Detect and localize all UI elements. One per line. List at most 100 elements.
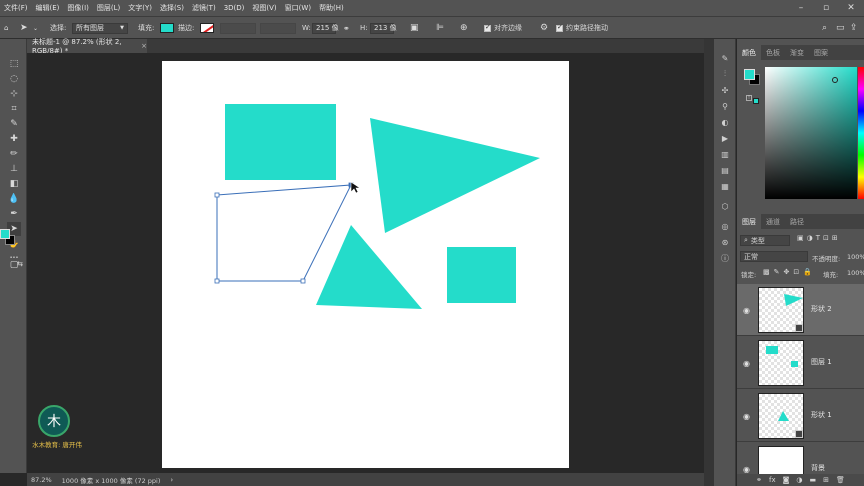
eye-icon[interactable]: ◉ xyxy=(743,359,750,368)
add-mask-icon[interactable]: ◙ xyxy=(783,476,790,484)
layer-filter-dropdown[interactable]: ⌕ 类型 xyxy=(740,235,790,246)
crop-tool-icon[interactable]: ⌗ xyxy=(7,102,21,116)
select-dropdown[interactable]: 所有图层 ▼ xyxy=(72,22,128,34)
stroke-type-field[interactable] xyxy=(260,22,296,34)
libraries-icon[interactable]: ▦ xyxy=(719,180,731,192)
web-safe-warning-icon[interactable]: ! xyxy=(746,95,752,101)
pen-tool-icon[interactable]: ✒ xyxy=(7,207,21,221)
web-safe-color-chip[interactable] xyxy=(753,98,759,104)
filter-pixel-icon[interactable]: ▣ xyxy=(797,234,804,242)
quick-select-tool-icon[interactable]: ⊹ xyxy=(7,87,21,101)
vertical-scrollbar[interactable] xyxy=(704,39,714,486)
info-panel-icon[interactable]: ▤ xyxy=(719,164,731,176)
gear-icon[interactable]: ⚙ xyxy=(540,17,548,39)
zoom-level[interactable]: 87.2% xyxy=(31,476,52,484)
properties-icon[interactable]: ✣ xyxy=(719,84,731,96)
path-operations-icon[interactable]: ▣ xyxy=(410,17,419,39)
document-canvas[interactable] xyxy=(162,61,569,468)
info-icon[interactable]: ⓘ xyxy=(719,252,731,264)
foreground-color-chip[interactable] xyxy=(744,69,755,80)
blend-mode-dropdown[interactable]: 正常 xyxy=(740,251,808,262)
marquee-tool-icon[interactable]: ⬚ xyxy=(7,57,21,71)
adjustments-icon[interactable]: ⫶ xyxy=(719,68,731,80)
lock-image-icon[interactable]: ✎ xyxy=(774,268,780,276)
trash-icon[interactable]: 🗑 xyxy=(836,476,845,484)
layer-row-layer1[interactable]: ◉ 图层 1 xyxy=(737,337,864,389)
stroke-width-field[interactable] xyxy=(220,22,256,34)
search-icon[interactable]: ⌕ xyxy=(822,17,827,39)
shape-triangle-small[interactable] xyxy=(316,225,422,309)
blur-tool-icon[interactable]: 💧 xyxy=(7,192,21,206)
home-icon[interactable]: ⌂ xyxy=(4,17,8,39)
lock-artboard-icon[interactable]: ⊡ xyxy=(793,268,799,276)
tab-gradients[interactable]: 渐变 xyxy=(785,45,809,60)
hue-slider[interactable] xyxy=(858,67,864,199)
tab-color[interactable]: 颜色 xyxy=(737,45,761,60)
workspace-icon[interactable]: ▭ xyxy=(836,17,845,39)
menu-type[interactable]: 文字(Y) xyxy=(124,0,156,16)
share-icon[interactable]: ⇪ xyxy=(850,17,858,39)
actions-icon[interactable]: ▶ xyxy=(719,132,731,144)
shape-triangle-large[interactable] xyxy=(370,118,540,233)
lock-transparent-icon[interactable]: ▩ xyxy=(763,268,770,276)
menu-edit[interactable]: 编辑(E) xyxy=(32,0,64,16)
close-icon[interactable]: ✕ xyxy=(840,0,862,16)
shape-rectangle-small[interactable] xyxy=(447,247,516,303)
new-layer-icon[interactable]: ⊞ xyxy=(823,476,829,484)
channels-icon[interactable]: ◐ xyxy=(719,116,731,128)
tab-patterns[interactable]: 图案 xyxy=(809,45,833,60)
tool-preset-chevron-icon[interactable]: ⌄ xyxy=(33,17,38,39)
color-picker-field[interactable] xyxy=(765,67,857,199)
layer-row-shape1[interactable]: ◉ 形状 1 xyxy=(737,390,864,442)
lasso-tool-icon[interactable]: ◌ xyxy=(7,72,21,86)
link-icon[interactable]: ⚭ xyxy=(343,17,350,39)
eraser-tool-icon[interactable]: ◧ xyxy=(7,177,21,191)
clone-source-icon[interactable]: ◎ xyxy=(719,220,731,232)
histogram-icon[interactable]: ▥ xyxy=(719,148,731,160)
tab-channels[interactable]: 通道 xyxy=(761,214,785,229)
close-tab-icon[interactable]: × xyxy=(141,42,147,50)
menu-file[interactable]: 文件(F) xyxy=(0,0,32,16)
constrain-path-checkbox[interactable] xyxy=(556,23,563,32)
stamp-tool-icon[interactable]: ⊥ xyxy=(7,162,21,176)
menu-3d[interactable]: 3D(D) xyxy=(220,0,249,16)
filter-shape-icon[interactable]: ⊡ xyxy=(823,234,829,242)
eye-icon[interactable]: ◉ xyxy=(743,306,750,315)
menu-help[interactable]: 帮助(H) xyxy=(315,0,348,16)
fill-swatch[interactable] xyxy=(160,23,174,33)
paths-icon[interactable]: ⚲ xyxy=(719,100,731,112)
filter-adjustment-icon[interactable]: ◑ xyxy=(807,234,813,242)
adjustment-layer-icon[interactable]: ◑ xyxy=(796,476,802,484)
brush-settings-icon[interactable]: ✎ xyxy=(719,52,731,64)
eyedropper-tool-icon[interactable]: ✎ xyxy=(7,117,21,131)
menu-window[interactable]: 窗口(W) xyxy=(281,0,315,16)
selected-path-outline[interactable] xyxy=(216,184,352,282)
path-select-tool-icon[interactable]: ➤ xyxy=(20,17,28,39)
path-alignment-icon[interactable]: ⊫ xyxy=(436,17,444,39)
menu-image[interactable]: 图像(I) xyxy=(63,0,93,16)
healing-brush-tool-icon[interactable]: ✚ xyxy=(7,132,21,146)
path-anchor-point[interactable] xyxy=(214,192,220,198)
tab-swatches[interactable]: 色板 xyxy=(761,45,785,60)
lock-all-icon[interactable]: 🔒 xyxy=(803,268,812,276)
path-anchor-point[interactable] xyxy=(214,278,220,284)
tab-layers[interactable]: 图层 xyxy=(737,214,761,229)
document-tab[interactable]: 未标题-1 @ 87.2% (形状 2, RGB/8#) * × xyxy=(27,38,147,55)
lock-position-icon[interactable]: ✥ xyxy=(784,268,790,276)
opacity-value[interactable]: 100% xyxy=(847,253,864,261)
width-field[interactable]: 215 像 xyxy=(312,22,339,34)
maximize-icon[interactable]: ▫ xyxy=(815,0,837,16)
brush-tool-icon[interactable]: ✏ xyxy=(7,147,21,161)
layer-row-shape2[interactable]: ◉ 形状 2 xyxy=(737,284,864,336)
quick-mask-icon[interactable]: ▢ xyxy=(7,258,21,272)
filter-smart-object-icon[interactable]: ⊞ xyxy=(832,234,838,242)
fill-value[interactable]: 100% xyxy=(847,269,864,277)
eye-icon[interactable]: ◉ xyxy=(743,412,750,421)
menu-select[interactable]: 选择(S) xyxy=(156,0,188,16)
3d-icon[interactable]: ⬡ xyxy=(719,200,731,212)
menu-view[interactable]: 视图(V) xyxy=(248,0,280,16)
tab-paths[interactable]: 路径 xyxy=(785,214,809,229)
new-group-icon[interactable]: ▬ xyxy=(810,476,817,484)
height-field[interactable]: 213 像 xyxy=(370,22,397,34)
menu-layer[interactable]: 图层(L) xyxy=(93,0,124,16)
